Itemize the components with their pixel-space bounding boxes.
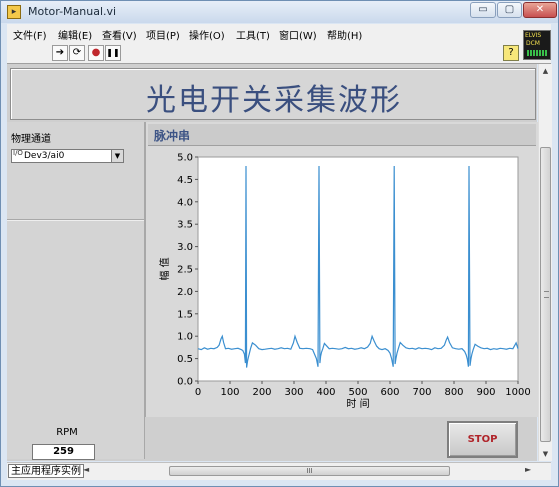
front-panel: 光电开关采集波形 物理通道 I/O Dev3/ai0 ▼ RPM 259 脉冲串… [7,64,538,461]
x-axis-label: 时 间 [346,397,369,410]
graph-title-bar: 脉冲串 [148,124,536,146]
menu-project[interactable]: 项目(P) [146,27,180,42]
scroll-left-icon[interactable]: ◄ [83,465,89,474]
x-tick-label: 0 [195,387,201,398]
close-button[interactable]: ✕ [523,2,557,18]
waveform-graph: 脉冲串 0.0 0.5 1.0 1.5 2.0 2.5 3.0 3.5 4.0 4.5 5.0 0 1… [145,122,538,417]
dropdown-arrow-icon[interactable]: ▼ [111,149,124,163]
graph-title: 脉冲串 [154,129,191,143]
menu-bar: 文件(F) 编辑(E) 查看(V) 项目(P) 操作(O) 工具(T) 窗口(W… [7,24,551,44]
vertical-scrollbar[interactable]: ▲ ▼ [538,64,552,461]
y-axis-label: 幅 值 [158,257,171,280]
y-tick-label: 0.5 [177,354,193,365]
x-tick-label: 800 [444,387,463,398]
y-tick-label: 2.5 [177,265,193,276]
labview-vi-icon: ▸ [7,5,21,19]
y-tick-label: 3.5 [177,220,193,231]
x-tick-label: 700 [412,387,431,398]
maximize-button[interactable]: ▢ [497,2,522,18]
toolbar: ➔ ⟳ ● ❚❚ ? ELVIS DCM [7,30,551,64]
run-arrow-icon[interactable]: ➔ [52,45,68,61]
x-tick-label: 300 [284,387,303,398]
menu-file[interactable]: 文件(F) [13,27,47,42]
menu-view[interactable]: 查看(V) [102,27,137,42]
status-bar: 主应用程序实例 ◄ III ► [7,462,551,480]
page-title: 光电开关采集波形 [146,83,402,118]
waveform-plot: 0.0 0.5 1.0 1.5 2.0 2.5 3.0 3.5 4.0 4.5 5.0 0 100 20… [158,153,531,411]
controls-pane: 物理通道 I/O Dev3/ai0 ▼ RPM 259 [7,122,145,460]
minimize-button[interactable]: ▭ [470,2,496,18]
elvis-logo-line2: DCM [526,40,540,47]
y-tick-label: 2.0 [177,287,193,298]
menu-help[interactable]: 帮助(H) [327,27,362,42]
elvis-logo-bars [527,50,547,56]
run-continuously-icon[interactable]: ⟳ [69,45,85,61]
abort-execution-icon[interactable]: ● [88,45,104,61]
horizontal-scroll-thumb[interactable]: III [169,466,450,476]
window-title: Motor-Manual.vi [28,5,117,18]
elvis-dcm-logo: ELVIS DCM [523,30,551,60]
x-tick-label: 100 [220,387,239,398]
y-tick-label: 1.0 [177,332,193,343]
vertical-scroll-thumb[interactable] [540,147,551,442]
rpm-label: RPM [56,427,78,438]
stop-button[interactable]: STOP [447,421,518,458]
x-tick-label: 600 [380,387,399,398]
pause-icon[interactable]: ❚❚ [105,45,121,61]
application-instance-label[interactable]: 主应用程序实例 [8,464,84,478]
y-tick-label: 3.0 [177,242,193,253]
channel-label: 物理通道 [11,134,51,145]
y-tick-label: 5.0 [177,153,193,164]
scroll-right-icon[interactable]: ► [525,465,531,474]
scroll-down-icon[interactable]: ▼ [539,447,552,461]
y-tick-label: 4.0 [177,197,193,208]
io-icon: I/O [13,149,23,157]
scroll-grip-icon [544,291,549,298]
x-tick-label: 900 [476,387,495,398]
menu-tools[interactable]: 工具(T) [236,27,270,42]
scroll-up-icon[interactable]: ▲ [539,64,552,78]
y-tick-label: 0.0 [177,377,193,388]
rpm-indicator: 259 [32,444,95,460]
y-tick-label: 1.5 [177,309,193,320]
menu-operate[interactable]: 操作(O) [189,27,225,42]
physical-channel-select[interactable]: I/O Dev3/ai0 ▼ [11,149,124,163]
title-bar[interactable]: ▸ Motor-Manual.vi ▭ ▢ ✕ [1,1,558,23]
channel-value: Dev3/ai0 [24,151,65,161]
menu-edit[interactable]: 编辑(E) [58,27,92,42]
x-tick-label: 1000 [505,387,530,398]
context-help-icon[interactable]: ? [503,45,519,61]
pane-divider [7,219,144,220]
x-tick-label: 400 [316,387,335,398]
x-tick-label: 200 [252,387,271,398]
y-tick-label: 4.5 [177,175,193,186]
elvis-logo-line1: ELVIS [525,32,542,39]
x-tick-label: 500 [348,387,367,398]
menu-window[interactable]: 窗口(W) [279,27,317,42]
app-window: ▸ Motor-Manual.vi ▭ ▢ ✕ 文件(F) 编辑(E) 查看(V… [0,0,559,487]
title-decoration: 光电开关采集波形 [10,68,536,120]
